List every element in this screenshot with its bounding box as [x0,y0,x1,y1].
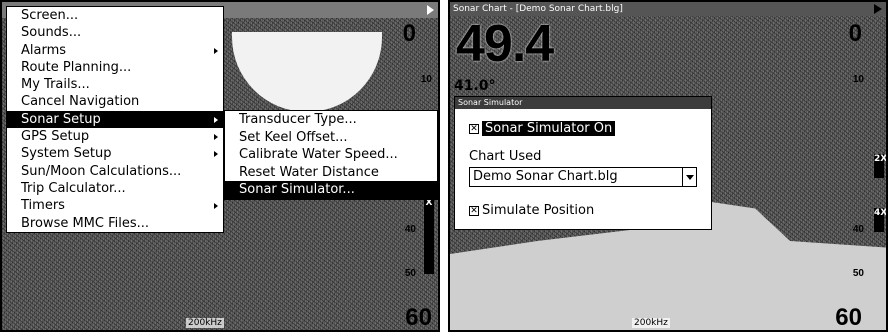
depth-scale-10: 10 [420,74,432,85]
chart-used-label: Chart Used [469,149,542,164]
chevron-down-icon[interactable] [682,168,696,186]
sonar-simulator-dialog: Sonar Simulator ✕ Sonar Simulator On Cha… [454,96,712,230]
menu-item-label: GPS Setup [21,129,90,145]
chevron-right-icon [214,151,218,158]
depth-scale-bottom: 60 [835,304,862,331]
menu-item[interactable]: Trip Calculator... [7,180,223,197]
menu-item-label: Route Planning... [21,59,132,75]
menu-item[interactable]: Sounds... [7,24,223,41]
menu-item-label: Transducer Type... [239,112,357,127]
menu-item[interactable]: Cancel Navigation [7,93,223,110]
menu-item[interactable]: Transducer Type... [225,111,437,129]
menu-item[interactable]: Alarms [7,42,223,59]
depth-scale-top: 0 [402,20,416,47]
menu-item[interactable]: Sun/Moon Calculations... [7,163,223,180]
menu-item-label: My Trails... [21,77,90,93]
menu-item[interactable]: Timers [7,197,223,214]
frequency-label: 200kHz [632,318,670,328]
titlebar-arrow-icon[interactable] [427,5,434,15]
frequency-label: 200kHz [186,318,224,328]
menu-item-label: Calibrate Water Speed... [239,147,398,162]
menu-item-label: Screen... [21,8,79,23]
menu-item-label: Trip Calculator... [21,180,126,196]
left-sonar-screen: 0 10 40 50 60 X 200kHz Screen... Sounds..… [0,0,440,332]
chevron-right-icon [214,116,218,123]
depth-scale-40: 40 [404,224,416,235]
depth-scale-50: 50 [404,268,416,279]
titlebar-arrow-icon[interactable] [874,4,882,14]
depth-scale-50: 50 [852,268,864,279]
main-menu: Screen... Sounds... Alarms Route Planning..… [6,6,224,233]
zoom-4x-indicator[interactable]: 4X [874,208,886,232]
zoom-2x-indicator[interactable]: 2X [874,154,886,178]
menu-item-label: Sonar Simulator... [239,182,355,197]
menu-item[interactable]: Sonar Simulator... [225,181,437,199]
zoom-bar[interactable]: X [424,198,434,274]
right-sonar-screen: Sonar Chart - [Demo Sonar Chart.blg] 49.… [448,0,888,332]
menu-item-label: System Setup [21,146,112,162]
menu-item-label: Cancel Navigation [21,94,140,110]
panel-divider [440,0,448,332]
sonar-simulator-on-checkbox[interactable]: ✕ Sonar Simulator On [469,121,616,136]
menu-item-label: Alarms [21,42,67,58]
menu-item[interactable]: My Trails... [7,76,223,93]
sonar-setup-submenu: Transducer Type... Set Keel Offset... Cali… [224,110,438,200]
zoom-label: X [425,198,433,208]
digital-depth-readout: 49.4 [456,15,554,73]
temperature-readout: 41.0° [454,78,496,94]
chevron-right-icon [214,47,218,54]
chart-used-select[interactable]: Demo Sonar Chart.blg [469,167,697,187]
menu-item[interactable]: Route Planning... [7,59,223,76]
depth-scale-bottom: 60 [405,304,432,331]
chevron-right-icon [214,203,218,210]
menu-item-label: Sun/Moon Calculations... [21,163,182,179]
menu-item[interactable]: Calibrate Water Speed... [225,146,437,164]
menu-item[interactable]: Screen... [7,7,223,24]
menu-item-label: Sounds... [21,25,82,41]
menu-item-label: Reset Water Distance [239,164,379,180]
checkbox-checked-icon: ✕ [469,205,479,216]
depth-scale-top: 0 [848,20,862,47]
menu-item[interactable]: Reset Water Distance [225,164,437,182]
chart-used-value: Demo Sonar Chart.blg [473,169,618,184]
menu-item[interactable]: Sonar Setup [7,110,223,129]
depth-scale-40: 40 [852,224,864,235]
menu-item[interactable]: GPS Setup [7,128,223,145]
menu-item[interactable]: Browse MMC Files... [7,215,223,232]
menu-item-label: Browse MMC Files... [21,215,150,231]
menu-item-label: Sonar Setup [21,111,101,127]
chevron-right-icon [214,134,218,141]
menu-item[interactable]: Set Keel Offset... [225,129,437,147]
menu-item-label: Timers [21,198,65,214]
menu-item[interactable]: System Setup [7,145,223,162]
window-title: Sonar Chart - [Demo Sonar Chart.blg] [453,4,623,14]
checkbox-label: Sonar Simulator On [482,121,616,136]
checkbox-checked-icon: ✕ [469,123,479,134]
depth-scale-10: 10 [852,74,864,85]
dialog-title: Sonar Simulator [455,97,711,109]
simulate-position-checkbox[interactable]: ✕ Simulate Position [469,203,594,218]
checkbox-label: Simulate Position [482,203,595,218]
menu-item-label: Set Keel Offset... [239,129,348,145]
